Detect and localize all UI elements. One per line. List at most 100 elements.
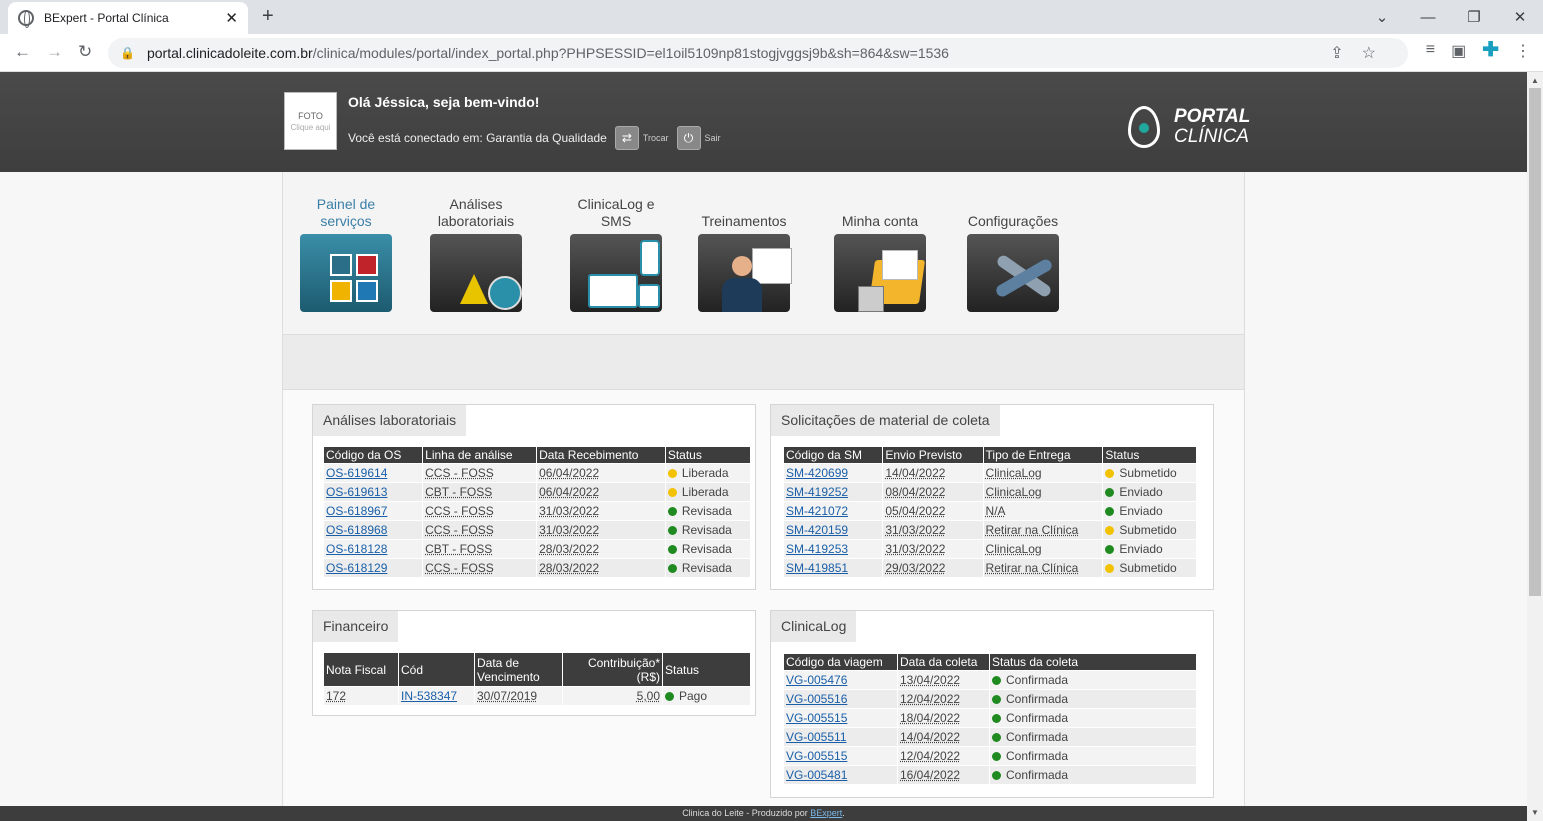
sm-code-link[interactable]: SM-420159: [782, 520, 884, 540]
clinicalog-table: Código da viagem Data da coleta Status d…: [783, 653, 1197, 785]
side-panel-icon[interactable]: ▣: [1451, 41, 1466, 61]
restore-icon[interactable]: ❐: [1451, 8, 1497, 26]
collection-date: 12/04/2022: [897, 689, 990, 709]
menu-item-settings[interactable]: Configurações: [958, 192, 1068, 312]
status-text: Submetido: [1119, 523, 1177, 537]
col-header: Cód: [398, 652, 475, 687]
col-header: Status: [664, 446, 752, 464]
col-header: Envio Previsto: [882, 446, 984, 464]
back-icon[interactable]: ←: [14, 42, 31, 62]
panel-title: ClinicaLog: [771, 611, 857, 642]
trip-code-link[interactable]: VG-005515: [783, 746, 898, 766]
portal-page: FOTO Clique aqui Olá Jéssica, seja bem-v…: [0, 72, 1527, 807]
table-row: OS-619614 CCS - FOSS 06/04/2022 Liberada: [322, 463, 752, 483]
status-dot-icon: [1105, 469, 1115, 478]
forward-icon[interactable]: →: [46, 42, 63, 62]
reading-list-icon[interactable]: ≡: [1426, 41, 1435, 61]
sm-code-link[interactable]: SM-419851: [782, 558, 884, 578]
footer-link[interactable]: BExpert: [810, 808, 842, 818]
new-tab-icon[interactable]: +: [262, 5, 274, 28]
col-header: Código da SM: [782, 446, 884, 464]
trip-code-link[interactable]: VG-005516: [783, 689, 898, 709]
exit-button[interactable]: ⏻ Sair: [676, 126, 721, 150]
browser-tab[interactable]: BExpert - Portal Clínica ✕: [8, 2, 248, 34]
os-code-link[interactable]: OS-619614: [322, 463, 424, 483]
delivery-type: Retirar na Clínica: [982, 558, 1104, 578]
profile-photo[interactable]: FOTO Clique aqui: [284, 92, 337, 150]
switch-button[interactable]: ⇄ Trocar: [614, 126, 669, 150]
col-header: Tipo de Entrega: [982, 446, 1104, 464]
switch-label: Trocar: [642, 133, 669, 143]
status-text: Submetido: [1119, 466, 1177, 480]
trip-code-link[interactable]: VG-005476: [783, 670, 898, 690]
table-row: SM-421072 05/04/2022 N/A Enviado: [782, 501, 1197, 521]
sm-code-link[interactable]: SM-419253: [782, 539, 884, 559]
extension-plus-icon[interactable]: ✚: [1482, 40, 1499, 61]
training-presenter-icon: [698, 234, 792, 312]
table-row: OS-618129 CCS - FOSS 28/03/2022 Revisada: [322, 558, 752, 578]
menu-kebab-icon[interactable]: ⋮: [1515, 41, 1531, 61]
table-row: SM-419252 08/04/2022 ClinicaLog Enviado: [782, 482, 1197, 502]
extensions-area: ≡ ▣ ✚ ⋮: [1426, 40, 1531, 61]
table-header: Código da OS Linha de análise Data Receb…: [322, 446, 752, 464]
col-header: Contribuição* (R$): [562, 652, 663, 687]
menu-item-training[interactable]: Treinamentos: [689, 192, 799, 312]
menu-label: Painel de serviços: [316, 196, 376, 229]
trip-code-link[interactable]: VG-005511: [783, 727, 898, 747]
menu-item-lab-analysis[interactable]: Análises laboratoriais: [421, 192, 531, 312]
wrench-tools-icon: [967, 234, 1059, 312]
os-code-link[interactable]: OS-618128: [322, 539, 424, 559]
os-code-link[interactable]: OS-618968: [322, 520, 424, 540]
trip-code-link[interactable]: VG-005515: [783, 708, 898, 728]
logo-line1: PORTAL: [1174, 106, 1251, 127]
collection-date: 13/04/2022: [897, 670, 990, 690]
close-window-icon[interactable]: ✕: [1497, 8, 1543, 26]
menu-item-clinicalog-sms[interactable]: ClinicaLog e SMS: [561, 192, 671, 312]
sm-code-link[interactable]: SM-420699: [782, 463, 884, 483]
share-icon[interactable]: ⇪: [1330, 45, 1361, 62]
os-code-link[interactable]: OS-619613: [322, 482, 424, 502]
url-field[interactable]: 🔒 portal.clinicadoleite.com.br/clinica/m…: [108, 38, 1408, 68]
menu-label: Configurações: [967, 213, 1059, 229]
sm-code-link[interactable]: SM-419252: [782, 482, 884, 502]
scroll-down-icon[interactable]: ▼: [1531, 808, 1539, 817]
invoice-code-link[interactable]: IN-538347: [398, 686, 475, 706]
tab-title: BExpert - Portal Clínica: [44, 11, 169, 25]
status-cell: Revisada: [664, 558, 752, 578]
col-header: Nota Fiscal: [323, 652, 399, 687]
col-header: Data Recebimento: [536, 446, 666, 464]
trip-code-link[interactable]: VG-005481: [783, 765, 898, 785]
scroll-up-icon[interactable]: ▲: [1531, 76, 1539, 85]
panel-title: Solicitações de material de coleta: [771, 405, 1000, 436]
menu-label: ClinicaLog e SMS: [577, 196, 655, 229]
status-cell: Confirmada: [989, 689, 1197, 709]
menu-item-services[interactable]: Painel de serviços: [291, 192, 401, 312]
status-dot-icon: [1105, 488, 1115, 497]
os-code-link[interactable]: OS-618129: [322, 558, 424, 578]
status-dot-icon: [667, 564, 677, 573]
table-row: SM-419851 29/03/2022 Retirar na Clínica Sub…: [782, 558, 1197, 578]
menu-label: Análises laboratoriais: [437, 196, 515, 229]
menu-label: Treinamentos: [701, 213, 787, 229]
col-header: Status: [662, 652, 751, 687]
reload-icon[interactable]: ↻: [78, 42, 92, 62]
address-bar: ← → ↻ 🔒 portal.clinicadoleite.com.br/cli…: [0, 34, 1543, 72]
col-header: Código da viagem: [783, 653, 898, 671]
exit-icon: ⏻: [676, 126, 701, 150]
financial-panel: Financeiro Nota Fiscal Cód Data de Venci…: [312, 610, 756, 716]
os-code-link[interactable]: OS-618967: [322, 501, 424, 521]
sm-code-link[interactable]: SM-421072: [782, 501, 884, 521]
menu-item-my-account[interactable]: Minha conta: [825, 192, 935, 312]
bookmark-star-icon[interactable]: ☆: [1362, 45, 1394, 62]
minimize-icon[interactable]: —: [1405, 9, 1451, 26]
close-tab-icon[interactable]: ✕: [225, 9, 238, 27]
tab-search-icon[interactable]: ⌄: [1359, 8, 1405, 26]
status-dot-icon: [992, 714, 1001, 723]
page-scrollbar[interactable]: ▲ ▼: [1527, 72, 1543, 821]
connected-label: Você está conectado em: Garantia da Qual…: [348, 131, 607, 145]
table-header: Código da viagem Data da coleta Status d…: [783, 653, 1197, 671]
tab-strip: BExpert - Portal Clínica ✕ + ⌄ — ❐ ✕: [0, 0, 1543, 34]
status-text: Liberada: [681, 466, 729, 480]
scrollbar-thumb[interactable]: [1529, 88, 1541, 596]
material-requests-panel: Solicitações de material de coleta Códig…: [770, 404, 1214, 590]
